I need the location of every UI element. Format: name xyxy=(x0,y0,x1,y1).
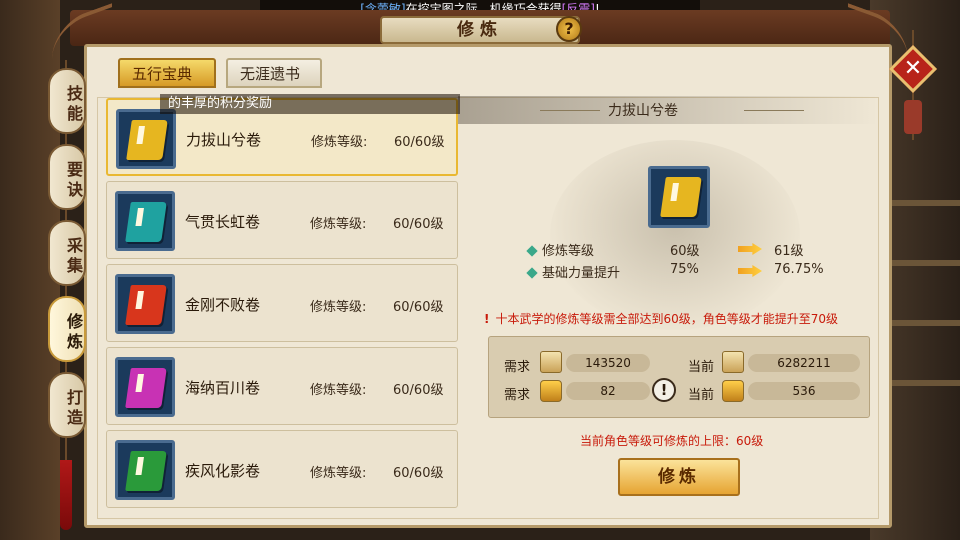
detail-title: 力拔山兮卷 xyxy=(608,103,678,119)
scroll-list[interactable]: 力拔山兮卷 修炼等级: 60/60级 气贯长虹卷 修炼等级: 60/60级 金刚… xyxy=(106,98,458,513)
book-icon xyxy=(125,285,167,325)
stat-level-current: 60级 xyxy=(670,244,700,259)
warning-icon: ! xyxy=(484,312,490,326)
diamond-icon xyxy=(526,267,538,279)
sidebar-item-gather[interactable]: 采集 xyxy=(48,220,86,286)
exp-have-label: 当前 xyxy=(688,360,715,375)
book-icon xyxy=(125,368,167,408)
coin-have-label: 当前 xyxy=(688,388,715,403)
book-icon xyxy=(125,451,167,491)
warning-text: ! 十本武学的修炼等级需全部达到60级，角色等级才能提升至70级 xyxy=(484,310,838,327)
diamond-icon xyxy=(526,245,538,257)
item-level-label: 修炼等级: xyxy=(310,383,367,398)
item-name: 金刚不败卷 xyxy=(185,296,261,314)
book-icon-frame xyxy=(115,191,175,251)
coin-icon xyxy=(722,380,744,402)
tassel-decoration xyxy=(60,460,72,530)
coin-icon xyxy=(540,380,562,402)
train-button[interactable]: 修炼 xyxy=(618,458,740,496)
stat-strength: 基础力量提升 xyxy=(526,262,621,281)
help-button[interactable]: ? xyxy=(556,16,582,42)
list-item[interactable]: 海纳百川卷 修炼等级: 60/60级 xyxy=(106,347,458,425)
item-level-label: 修炼等级: xyxy=(310,217,367,232)
stat-strength-next: 76.75% xyxy=(774,262,824,277)
scroll-exp-icon xyxy=(722,351,744,373)
book-icon xyxy=(125,202,167,242)
exp-have-value: 6282211 xyxy=(748,354,860,372)
sidebar-item-forge[interactable]: 打造 xyxy=(48,372,86,438)
window-title: 修炼 xyxy=(380,16,580,44)
book-icon-frame xyxy=(115,357,175,417)
item-level-label: 修炼等级: xyxy=(310,466,367,481)
coin-need-value: 82 xyxy=(566,382,650,400)
scroll-exp-icon xyxy=(540,351,562,373)
stat-strength-label: 基础力量提升 xyxy=(542,266,621,281)
requirement-box xyxy=(488,336,870,418)
tab-wuxing-baodian[interactable]: 五行宝典 xyxy=(118,58,216,88)
sidebar: 技能 要诀 采集 修炼 打造 xyxy=(44,40,88,530)
stat-level: 修炼等级 xyxy=(526,240,595,259)
warning-message: 十本武学的修炼等级需全部达到60级，角色等级才能提升至70级 xyxy=(495,312,839,326)
tab-wuya-yishu[interactable]: 无涯遗书 xyxy=(226,58,322,88)
detail-book-frame xyxy=(648,166,710,228)
stat-level-next: 61级 xyxy=(774,244,804,259)
item-level-value: 60/60级 xyxy=(393,300,444,315)
item-name: 力拔山兮卷 xyxy=(186,131,262,149)
lantern-decoration xyxy=(904,100,922,134)
detail-book-icon xyxy=(660,177,702,217)
book-icon-frame xyxy=(116,109,176,169)
list-item[interactable]: 气贯长虹卷 修炼等级: 60/60级 xyxy=(106,181,458,259)
alert-icon[interactable]: ! xyxy=(652,378,676,402)
scrolling-tooltip: 的丰厚的积分奖励 xyxy=(160,94,460,114)
level-limit-text: 当前角色等级可修炼的上限：60级 xyxy=(580,434,764,448)
item-level-value: 60/60级 xyxy=(393,466,444,481)
list-item[interactable]: 金刚不败卷 修炼等级: 60/60级 xyxy=(106,264,458,342)
divider-right xyxy=(744,110,804,111)
book-icon-frame xyxy=(115,440,175,500)
sidebar-item-tips[interactable]: 要诀 xyxy=(48,144,86,210)
item-level-label: 修炼等级: xyxy=(311,135,368,150)
close-icon: ✕ xyxy=(903,56,923,81)
item-level-value: 60/60级 xyxy=(394,135,445,150)
stat-level-label: 修炼等级 xyxy=(542,244,595,259)
divider-left xyxy=(540,110,600,111)
sidebar-item-skills[interactable]: 技能 xyxy=(48,68,86,134)
exp-need-label: 需求 xyxy=(504,360,531,375)
coin-need-label: 需求 xyxy=(504,388,531,403)
item-level-value: 60/60级 xyxy=(393,217,444,232)
stat-strength-current: 75% xyxy=(670,262,699,277)
exp-need-value: 143520 xyxy=(566,354,650,372)
item-name: 海纳百川卷 xyxy=(185,379,261,397)
item-level-value: 60/60级 xyxy=(393,383,444,398)
item-name: 疾风化影卷 xyxy=(185,462,261,480)
item-name: 气贯长虹卷 xyxy=(185,213,261,231)
coin-have-value: 536 xyxy=(748,382,860,400)
item-level-label: 修炼等级: xyxy=(310,300,367,315)
list-item[interactable]: 疾风化影卷 修炼等级: 60/60级 xyxy=(106,430,458,508)
book-icon-frame xyxy=(115,274,175,334)
book-icon xyxy=(126,120,168,160)
sidebar-item-cultivate[interactable]: 修炼 xyxy=(48,296,86,362)
